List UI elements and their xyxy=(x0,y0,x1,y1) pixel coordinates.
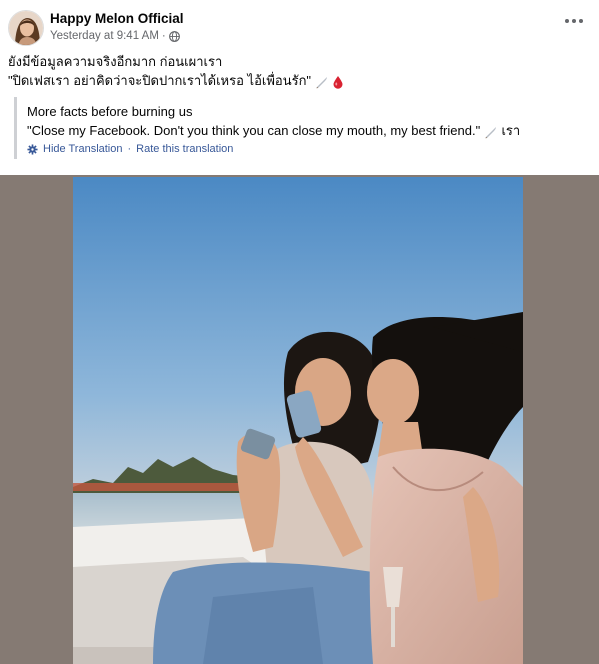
photo-area xyxy=(0,175,599,664)
meta-separator: · xyxy=(161,30,166,42)
knife-emoji xyxy=(316,76,327,88)
globe-icon xyxy=(168,30,180,42)
post-text-line-2: "ปิดเฟสเรา อย่าคิดว่าจะปิดปากเราได้เหรอ … xyxy=(8,71,588,90)
translation-line-1: More facts before burning us xyxy=(27,104,193,119)
hide-translation-link[interactable]: Hide Translation xyxy=(43,143,123,155)
gear-icon xyxy=(27,143,38,155)
knife-emoji xyxy=(485,126,496,138)
post-meta: Yesterday at 9:41 AM · xyxy=(50,30,180,42)
translation-separator: · xyxy=(127,143,132,155)
post-text-line-1: ยังมีข้อมูลความจริงอีกมาก ก่อนเผาเรา xyxy=(8,54,223,69)
post-message: ยังมีข้อมูลความจริงอีกมาก ก่อนเผาเรา "ปิ… xyxy=(8,52,588,90)
post-timestamp[interactable]: Yesterday at 9:41 AM xyxy=(50,30,159,42)
blood-drop-emoji xyxy=(333,75,343,89)
page-name[interactable]: Happy Melon Official xyxy=(50,11,184,26)
translation-actions: Hide Translation · Rate this translation xyxy=(27,143,233,155)
post-header: Happy Melon Official Yesterday at 9:41 A… xyxy=(0,0,599,50)
translation-block: More facts before burning us "Close my F… xyxy=(14,97,584,159)
translation-line-2-content: "Close my Facebook. Don't you think you … xyxy=(27,123,481,138)
avatar[interactable] xyxy=(8,10,44,46)
post-text-line-2-content: "ปิดเฟสเรา อย่าคิดว่าจะปิดปากเราได้เหรอ … xyxy=(8,73,312,88)
more-options-icon[interactable] xyxy=(565,18,583,24)
translation-line-2-suffix: เรา xyxy=(501,123,521,138)
translation-line-2: "Close my Facebook. Don't you think you … xyxy=(27,122,584,140)
rate-translation-link[interactable]: Rate this translation xyxy=(136,143,233,155)
post-photo[interactable] xyxy=(73,177,523,664)
